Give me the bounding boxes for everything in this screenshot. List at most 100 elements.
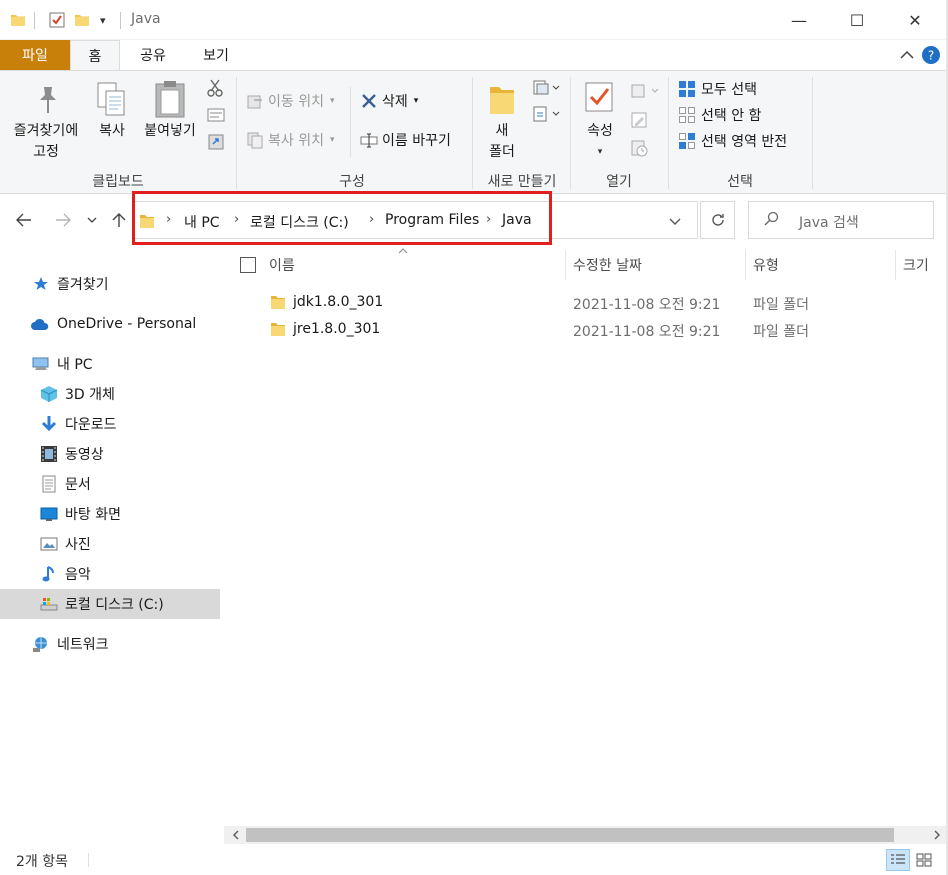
breadcrumb-separator[interactable]: › bbox=[486, 212, 491, 227]
sidebar-item-downloads[interactable]: 다운로드 bbox=[0, 409, 222, 439]
column-header-size[interactable]: 크기 bbox=[903, 246, 929, 284]
back-button[interactable] bbox=[12, 208, 36, 232]
move-to-button[interactable]: 이동 위치 ▾ bbox=[246, 91, 335, 111]
table-row[interactable]: jdk1.8.0_301 2021-11-08 오전 9:21 파일 폴더 bbox=[224, 290, 924, 316]
search-placeholder: Java 검색 bbox=[799, 215, 859, 231]
open-icon[interactable] bbox=[630, 83, 660, 99]
close-button[interactable]: ✕ bbox=[892, 0, 938, 40]
scroll-left-icon[interactable] bbox=[226, 827, 244, 843]
pin-to-quick-access-button[interactable]: 즐겨찾기에 고정 bbox=[4, 121, 88, 163]
easy-access-icon[interactable] bbox=[532, 105, 560, 123]
select-all-checkbox[interactable] bbox=[240, 257, 256, 273]
breadcrumb-java[interactable]: Java bbox=[502, 212, 532, 228]
network-icon bbox=[32, 635, 50, 653]
refresh-button[interactable] bbox=[700, 201, 735, 239]
navigation-bar: › 내 PC › 로컬 디스크 (C:) › Program Files › J… bbox=[0, 194, 948, 246]
copy-path-icon[interactable] bbox=[207, 108, 225, 122]
paste-button[interactable]: 붙여넣기 bbox=[138, 121, 202, 142]
title-bar: ▾ Java — ☐ ✕ bbox=[0, 0, 948, 40]
column-header-date[interactable]: 수정한 날짜 bbox=[573, 246, 642, 284]
search-icon bbox=[763, 211, 779, 231]
breadcrumb-separator[interactable]: › bbox=[369, 212, 374, 227]
picture-icon bbox=[40, 535, 58, 553]
column-header-type[interactable]: 유형 bbox=[753, 246, 779, 284]
breadcrumb-this-pc[interactable]: 내 PC bbox=[184, 212, 220, 232]
download-icon bbox=[40, 415, 58, 433]
paste-icon bbox=[153, 79, 187, 119]
sidebar-item-quick-access[interactable]: 즐겨찾기 bbox=[0, 269, 222, 299]
select-all-icon bbox=[679, 81, 695, 97]
star-icon bbox=[32, 275, 50, 293]
cut-icon[interactable] bbox=[207, 79, 223, 97]
delete-button[interactable]: 삭제 ▾ bbox=[360, 91, 418, 111]
select-all-button[interactable]: 모두 선택 bbox=[678, 79, 757, 99]
new-folder-button[interactable]: 새 폴더 bbox=[482, 121, 522, 163]
customize-quick-access-icon[interactable]: ▾ bbox=[100, 11, 106, 29]
cube-icon bbox=[40, 385, 58, 403]
scrollbar-thumb[interactable] bbox=[246, 828, 894, 842]
column-header-name[interactable]: 이름 bbox=[269, 246, 295, 284]
new-item-icon[interactable] bbox=[532, 79, 560, 97]
sidebar-item-this-pc[interactable]: 내 PC bbox=[0, 349, 222, 379]
recent-locations-button[interactable] bbox=[82, 208, 102, 232]
rename-button[interactable]: 이름 바꾸기 bbox=[360, 130, 451, 150]
sidebar-item-3d-objects[interactable]: 3D 개체 bbox=[0, 379, 222, 409]
large-icons-view-button[interactable] bbox=[912, 849, 936, 871]
horizontal-scrollbar[interactable] bbox=[224, 826, 948, 844]
invert-selection-icon bbox=[679, 133, 695, 149]
tab-home[interactable]: 홈 bbox=[70, 40, 120, 70]
minimize-button[interactable]: — bbox=[776, 0, 822, 40]
folder-icon bbox=[270, 321, 286, 341]
file-name: jre1.8.0_301 bbox=[293, 321, 381, 337]
tab-view[interactable]: 보기 bbox=[186, 40, 246, 70]
select-none-button[interactable]: 선택 안 함 bbox=[678, 105, 761, 125]
document-icon bbox=[40, 475, 58, 493]
properties-quick-icon[interactable] bbox=[48, 11, 66, 29]
sidebar-item-onedrive[interactable]: OneDrive - Personal bbox=[0, 309, 222, 339]
tab-share[interactable]: 공유 bbox=[126, 40, 180, 70]
search-input[interactable]: Java 검색 bbox=[748, 201, 934, 239]
maximize-button[interactable]: ☐ bbox=[834, 0, 880, 40]
sidebar-item-pictures[interactable]: 사진 bbox=[0, 529, 222, 559]
properties-icon bbox=[584, 81, 614, 113]
organize-group-label: 구성 bbox=[339, 174, 365, 190]
sidebar-item-documents[interactable]: 문서 bbox=[0, 469, 222, 499]
breadcrumb-program-files[interactable]: Program Files bbox=[385, 212, 479, 228]
help-icon[interactable]: ? bbox=[920, 44, 942, 66]
new-folder-quick-icon[interactable] bbox=[74, 11, 90, 29]
details-view-button[interactable] bbox=[886, 849, 910, 871]
address-bar[interactable]: › 내 PC › 로컬 디스크 (C:) › Program Files › J… bbox=[132, 201, 698, 239]
select-none-icon bbox=[679, 107, 695, 123]
file-name: jdk1.8.0_301 bbox=[293, 294, 384, 310]
edit-icon[interactable] bbox=[630, 111, 648, 129]
history-icon[interactable] bbox=[630, 139, 648, 157]
breadcrumb-local-disk[interactable]: 로컬 디스크 (C:) bbox=[250, 212, 349, 232]
breadcrumb-separator[interactable]: › bbox=[234, 212, 239, 227]
breadcrumb-separator[interactable]: › bbox=[166, 212, 171, 227]
scroll-right-icon[interactable] bbox=[928, 827, 946, 843]
svg-text:?: ? bbox=[928, 49, 934, 63]
sidebar-item-network[interactable]: 네트워크 bbox=[0, 629, 222, 659]
table-row[interactable]: jre1.8.0_301 2021-11-08 오전 9:21 파일 폴더 bbox=[224, 317, 924, 343]
tab-file[interactable]: 파일 bbox=[0, 40, 70, 70]
folder-icon bbox=[270, 294, 286, 314]
address-dropdown-icon[interactable] bbox=[669, 215, 681, 230]
copy-to-button[interactable]: 복사 위치 ▾ bbox=[246, 130, 335, 150]
up-button[interactable] bbox=[107, 208, 131, 232]
sidebar-item-music[interactable]: 음악 bbox=[0, 559, 222, 589]
sort-ascending-icon bbox=[398, 246, 408, 257]
collapse-ribbon-icon[interactable] bbox=[896, 44, 918, 66]
copy-button[interactable]: 복사 bbox=[92, 121, 132, 142]
file-list: 이름 수정한 날짜 유형 크기 jdk1.8.0_301 2021-11-08 … bbox=[224, 246, 948, 826]
sidebar-item-desktop[interactable]: 바탕 화면 bbox=[0, 499, 222, 529]
file-type: 파일 폴더 bbox=[753, 297, 809, 313]
invert-selection-button[interactable]: 선택 영역 반전 bbox=[678, 131, 787, 151]
paste-shortcut-icon[interactable] bbox=[208, 132, 224, 150]
desktop-icon bbox=[40, 505, 58, 523]
file-date: 2021-11-08 오전 9:21 bbox=[573, 324, 721, 340]
navigation-pane: 즐겨찾기 OneDrive - Personal 내 PC 3D 개체 다운로드… bbox=[0, 246, 222, 843]
properties-button[interactable]: 속성 ▾ bbox=[578, 121, 622, 163]
sidebar-item-videos[interactable]: 동영상 bbox=[0, 439, 222, 469]
sidebar-item-local-disk[interactable]: 로컬 디스크 (C:) bbox=[0, 589, 220, 619]
forward-button[interactable] bbox=[51, 208, 75, 232]
